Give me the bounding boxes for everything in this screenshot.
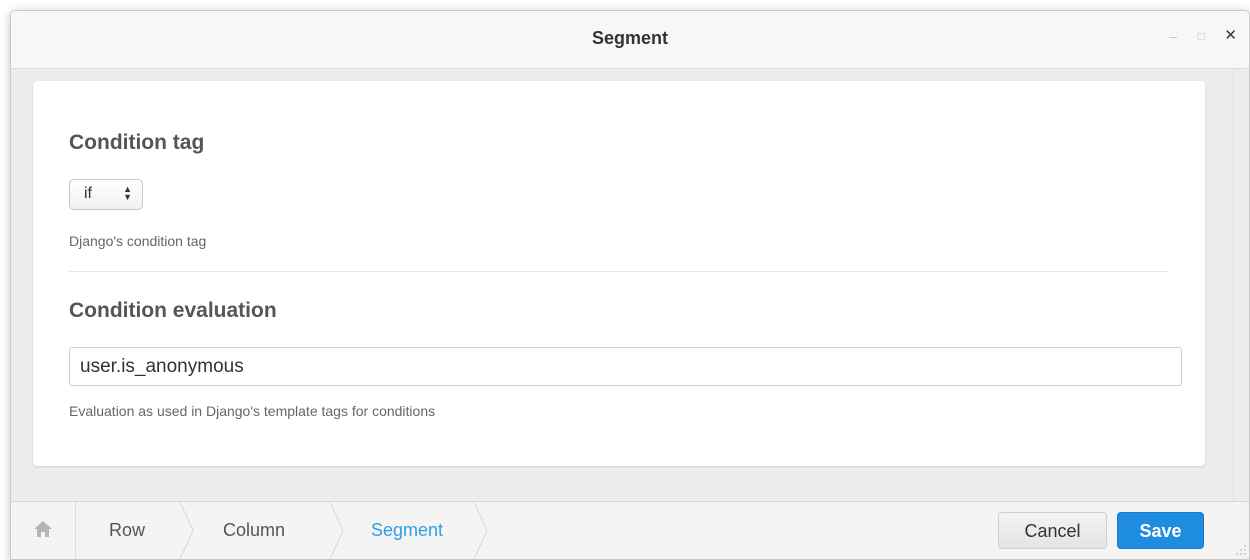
breadcrumb-row[interactable]: Row (109, 502, 145, 559)
chevron-right-icon (473, 502, 488, 559)
cancel-button[interactable]: Cancel (998, 512, 1107, 549)
chevron-right-icon (179, 502, 194, 559)
condition-tag-select[interactable]: if ▲ ▼ (69, 179, 143, 210)
resize-grip-icon[interactable] (1235, 544, 1247, 556)
title-bar[interactable]: Segment – □ ✕ (11, 11, 1249, 69)
condition-tag-value: if (84, 185, 92, 202)
condition-tag-help: Django's condition tag (69, 233, 207, 249)
home-icon (34, 521, 52, 537)
content-area: Condition tag if ▲ ▼ Django's condition t… (11, 69, 1249, 502)
modal-window: Segment – □ ✕ Condition tag if ▲ ▼ Django… (10, 10, 1250, 560)
footer-bar: Row Column Segment Cancel Save (11, 501, 1249, 559)
breadcrumb-column[interactable]: Column (223, 502, 285, 559)
condition-evaluation-input[interactable] (69, 347, 1182, 386)
window-title: Segment (591, 28, 669, 48)
condition-tag-label: Condition tag (69, 131, 205, 154)
condition-evaluation-label: Condition evaluation (69, 299, 277, 322)
field-divider (69, 271, 1169, 272)
form-panel: Condition tag if ▲ ▼ Django's condition t… (33, 81, 1205, 466)
close-icon[interactable]: ✕ (1224, 28, 1237, 44)
chevron-right-icon (329, 502, 344, 559)
save-button[interactable]: Save (1117, 512, 1204, 549)
scrollbar[interactable] (1233, 69, 1249, 502)
maximize-icon[interactable]: □ (1198, 28, 1205, 44)
select-arrows-icon: ▲ ▼ (123, 184, 132, 202)
home-button[interactable] (11, 502, 76, 559)
breadcrumb-segment[interactable]: Segment (371, 502, 443, 559)
condition-evaluation-help: Evaluation as used in Django's template … (69, 403, 436, 419)
minimize-icon[interactable]: – (1169, 28, 1177, 44)
